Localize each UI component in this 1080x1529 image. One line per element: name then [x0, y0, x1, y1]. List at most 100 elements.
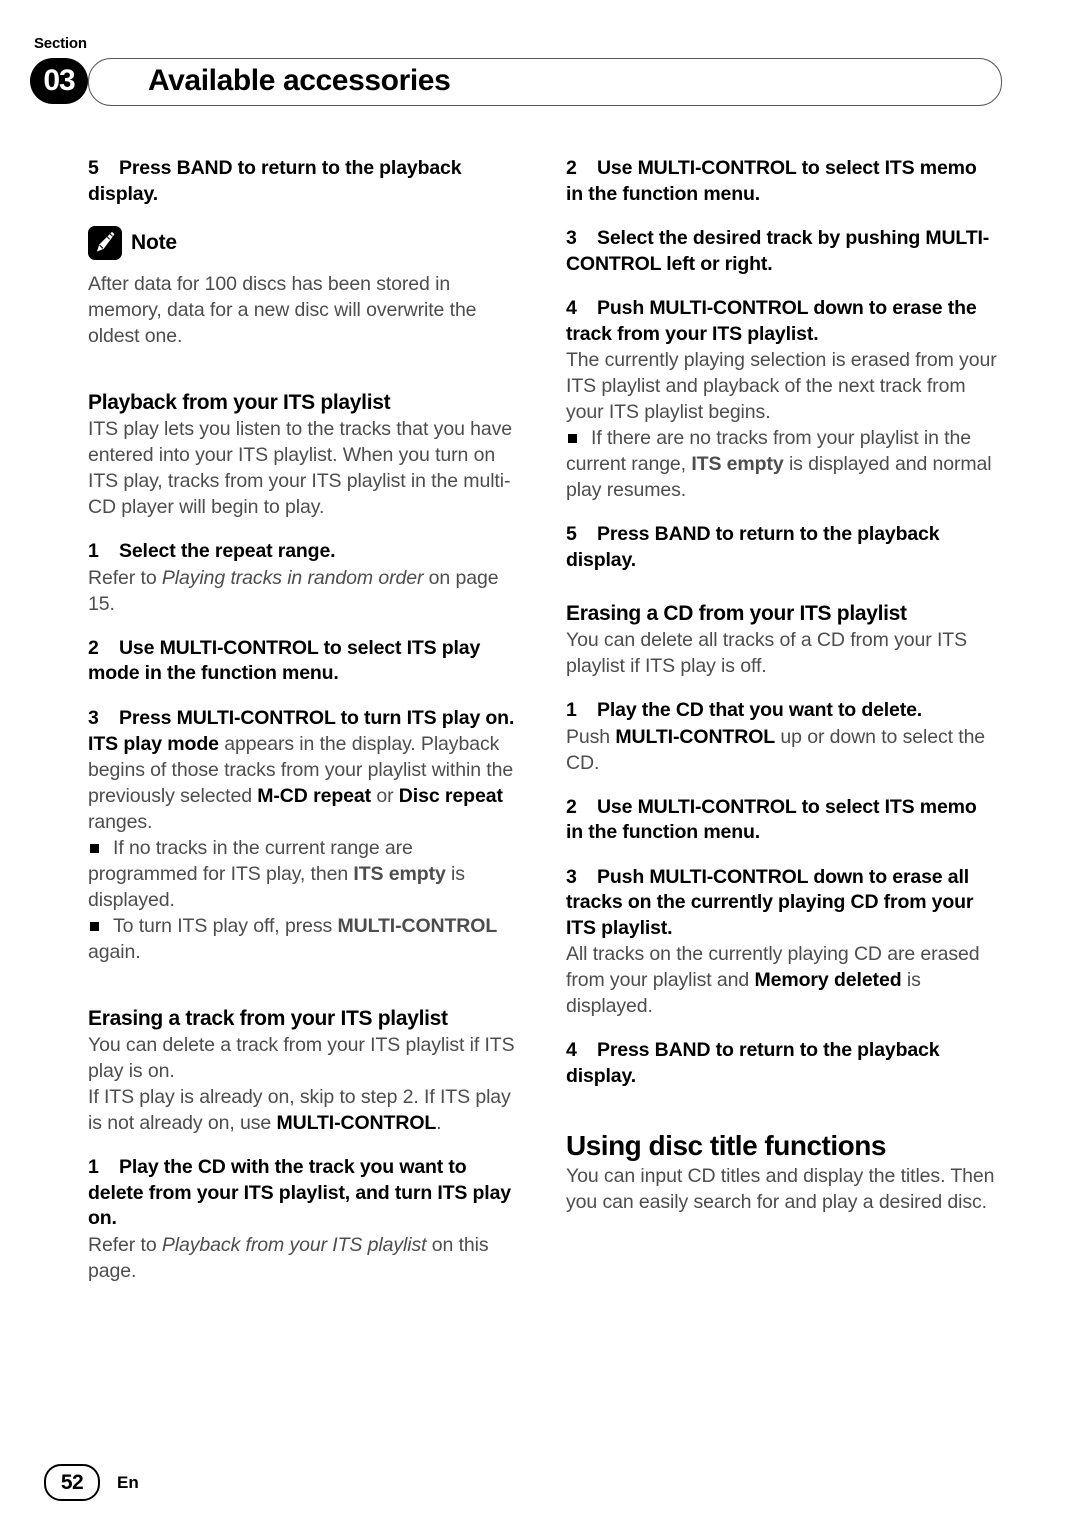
step-item: 4 Press BAND to return to the playback di…	[566, 1038, 998, 1089]
right-column: 2 Use MULTI-CONTROL to select ITS memo in…	[566, 156, 998, 1215]
step-text: Press BAND to return to the playback dis…	[88, 157, 462, 205]
step-number: 3	[88, 706, 99, 729]
bullet-square-icon	[568, 434, 577, 443]
note-body: After data for 100 discs has been stored…	[88, 273, 477, 347]
step-text: Play the CD that you want to delete.	[597, 699, 923, 721]
cross-reference: Playback from your ITS playlist	[161, 1233, 427, 1256]
step-number: 1	[88, 540, 99, 562]
body-text: .	[436, 1112, 442, 1134]
step-text: Play the CD with the track you want to d…	[88, 1156, 511, 1229]
bullet-square-icon	[90, 844, 99, 853]
step-item: 4 Push MULTI-CONTROL down to erase the tr…	[566, 296, 998, 347]
step-text: Press BAND to return to the playback dis…	[566, 523, 940, 571]
step-number: 5	[88, 157, 99, 179]
page-header: Section 03 Available accessories	[30, 35, 1050, 106]
ui-term: MULTI-CONTROL	[615, 725, 776, 748]
bullet-item: To turn ITS play off, press MULTI-CONTRO…	[88, 913, 520, 965]
refer-prefix: Refer to	[88, 1233, 162, 1256]
step-item: 1 Select the repeat range.	[88, 539, 520, 565]
erasing-track-body-2: If ITS play is already on, skip to step …	[88, 1084, 520, 1136]
step-number: 2	[88, 636, 99, 659]
page-title: Available accessories	[148, 64, 451, 97]
heading-using-disc-title-functions: Using disc title functions	[566, 1130, 886, 1161]
body-text: ranges.	[88, 811, 153, 833]
body-text: Push	[566, 725, 616, 748]
heading-erasing-cd: Erasing a CD from your ITS playlist	[566, 602, 907, 625]
ui-term: MULTI-CONTROL	[276, 1112, 437, 1134]
manual-page: Section 03 Available accessories 5 Press …	[0, 0, 1080, 1529]
ui-term: ITS play mode	[88, 733, 219, 755]
step-text: Push MULTI-CONTROL down to erase all tra…	[566, 865, 974, 939]
note-label: Note	[131, 231, 177, 254]
step-item: 2 Use MULTI-CONTROL to select ITS memo in…	[566, 795, 998, 846]
step-text: Select the repeat range.	[119, 540, 336, 562]
language-code: En	[117, 1472, 139, 1492]
step-item: 3 Select the desired track by pushing MUL…	[566, 226, 998, 277]
step-text: Use MULTI-CONTROL to select ITS memo in …	[566, 157, 977, 205]
ui-term: ITS empty	[353, 863, 446, 885]
heading-erasing-track: Erasing a track from your ITS playlist	[88, 1007, 448, 1030]
bullet-square-icon	[90, 922, 99, 931]
step-number: 4	[566, 297, 577, 319]
page-footer: 52 En	[44, 1464, 139, 1501]
section-number-badge: 03	[30, 58, 88, 104]
bullet-text: again.	[88, 941, 141, 963]
step-item: 1 Play the CD that you want to delete.	[566, 698, 998, 724]
disc-title-body: You can input CD titles and display the …	[566, 1165, 995, 1213]
step-number: 2	[566, 795, 577, 818]
section-label: Section	[34, 35, 87, 52]
step-item: 3 Press MULTI-CONTROL to turn ITS play on…	[88, 706, 520, 732]
ui-term: Memory deleted	[754, 969, 902, 991]
step-item: 3 Push MULTI-CONTROL down to erase all tr…	[566, 865, 998, 942]
step-text: Push MULTI-CONTROL down to erase the tra…	[566, 297, 977, 345]
step-text: Use MULTI-CONTROL to select ITS memo in …	[566, 795, 977, 844]
step-text: Select the desired track by pushing MULT…	[566, 227, 990, 275]
bullet-item: If no tracks in the current range are pr…	[88, 835, 520, 913]
heading-playback-from-its-playlist: Playback from your ITS playlist	[88, 391, 391, 414]
step-item: 5 Press BAND to return to the playback di…	[88, 156, 520, 207]
bullet-text: To turn ITS play off, press	[113, 915, 338, 937]
bullet-item: If there are no tracks from your playlis…	[566, 425, 998, 503]
step-body: Refer to Playing tracks in random order …	[88, 565, 520, 617]
step-item: 1 Play the CD with the track you want to …	[88, 1155, 520, 1232]
step-item: 2 Use MULTI-CONTROL to select ITS play mo…	[88, 636, 520, 687]
step-number: 3	[566, 227, 577, 249]
step-body: ITS play mode appears in the display. Pl…	[88, 731, 520, 835]
step-number: 2	[566, 157, 577, 179]
erasing-cd-body: You can delete all tracks of a CD from y…	[566, 629, 968, 677]
step-body: All tracks on the currently playing CD a…	[566, 941, 998, 1019]
erasing-track-body: You can delete a track from your ITS pla…	[88, 1034, 515, 1082]
step-item: 5 Press BAND to return to the playback di…	[566, 522, 998, 573]
step-number: 3	[566, 865, 577, 888]
step-item: 2 Use MULTI-CONTROL to select ITS memo in…	[566, 156, 998, 207]
step-number: 4	[566, 1039, 577, 1061]
step-text: Press BAND to return to the playback dis…	[566, 1039, 940, 1087]
step-number: 1	[88, 1156, 99, 1178]
ui-term: MULTI-CONTROL	[337, 915, 498, 937]
cross-reference: Playing tracks in random order	[161, 566, 424, 589]
ui-term: Disc repeat	[398, 785, 503, 807]
step-body: Refer to Playback from your ITS playlist…	[88, 1232, 520, 1284]
step-text: Press MULTI-CONTROL to turn ITS play on.	[119, 706, 515, 729]
step-body: The currently playing selection is erase…	[566, 349, 997, 423]
refer-prefix: Refer to	[88, 566, 162, 589]
page-number: 52	[44, 1464, 100, 1501]
step-number: 5	[566, 523, 577, 545]
body-text: or	[371, 785, 399, 807]
